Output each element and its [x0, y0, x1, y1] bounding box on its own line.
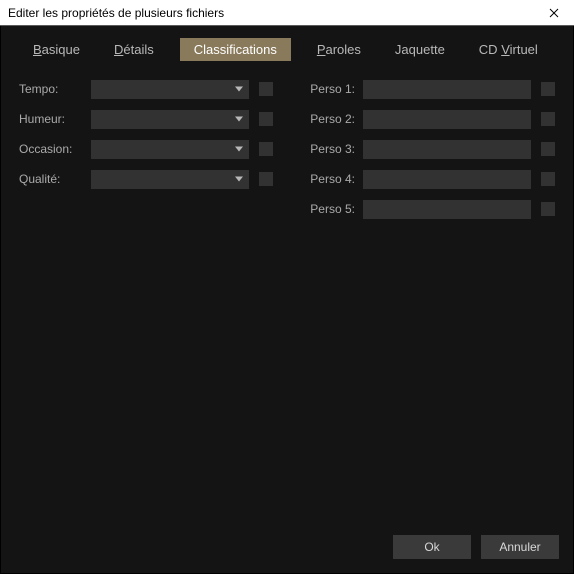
checkbox-perso2[interactable]: [541, 112, 555, 126]
close-icon: [549, 8, 559, 18]
tab-classifications[interactable]: Classifications: [180, 38, 291, 61]
row-qualite: Qualité:: [19, 169, 273, 189]
tab-cd-virtuel[interactable]: CD Virtuel: [471, 38, 546, 61]
dialog-content: Basique Détails Classifications Paroles …: [0, 26, 574, 574]
row-humeur: Humeur:: [19, 109, 273, 129]
cancel-label: Annuler: [499, 540, 540, 554]
row-occasion: Occasion:: [19, 139, 273, 159]
row-perso3: Perso 3:: [301, 139, 555, 159]
label-occasion: Occasion:: [19, 142, 91, 156]
select-occasion[interactable]: [91, 140, 249, 159]
checkbox-perso3[interactable]: [541, 142, 555, 156]
input-perso1[interactable]: [363, 80, 531, 99]
label-perso4: Perso 4:: [301, 172, 363, 186]
chevron-down-icon: [235, 147, 243, 152]
titlebar: Editer les propriétés de plusieurs fichi…: [0, 0, 574, 26]
left-column: Tempo: Humeur: Occasion: Qualité:: [19, 79, 273, 525]
row-perso5: Perso 5:: [301, 199, 555, 219]
checkbox-qualite[interactable]: [259, 172, 273, 186]
chevron-down-icon: [235, 87, 243, 92]
input-perso5[interactable]: [363, 200, 531, 219]
chevron-down-icon: [235, 117, 243, 122]
input-perso4[interactable]: [363, 170, 531, 189]
close-button[interactable]: [534, 0, 574, 26]
label-humeur: Humeur:: [19, 112, 91, 126]
footer: Ok Annuler: [1, 525, 573, 573]
row-tempo: Tempo:: [19, 79, 273, 99]
tab-jaquette[interactable]: Jaquette: [387, 38, 453, 61]
label-perso2: Perso 2:: [301, 112, 363, 126]
row-perso2: Perso 2:: [301, 109, 555, 129]
input-perso3[interactable]: [363, 140, 531, 159]
tab-bar: Basique Détails Classifications Paroles …: [1, 26, 573, 71]
ok-label: Ok: [424, 540, 439, 554]
label-qualite: Qualité:: [19, 172, 91, 186]
row-perso4: Perso 4:: [301, 169, 555, 189]
form-area: Tempo: Humeur: Occasion: Qualité:: [1, 71, 573, 525]
tab-details[interactable]: Détails: [106, 38, 162, 61]
right-column: Perso 1: Perso 2: Perso 3: Perso 4: Pers: [301, 79, 555, 525]
checkbox-perso4[interactable]: [541, 172, 555, 186]
label-tempo: Tempo:: [19, 82, 91, 96]
ok-button[interactable]: Ok: [393, 535, 471, 559]
tab-paroles[interactable]: Paroles: [309, 38, 369, 61]
tab-basique[interactable]: Basique: [25, 38, 88, 61]
window-title: Editer les propriétés de plusieurs fichi…: [8, 6, 534, 20]
checkbox-occasion[interactable]: [259, 142, 273, 156]
label-perso3: Perso 3:: [301, 142, 363, 156]
checkbox-humeur[interactable]: [259, 112, 273, 126]
label-perso1: Perso 1:: [301, 82, 363, 96]
label-perso5: Perso 5:: [301, 202, 363, 216]
select-humeur[interactable]: [91, 110, 249, 129]
checkbox-tempo[interactable]: [259, 82, 273, 96]
row-perso1: Perso 1:: [301, 79, 555, 99]
input-perso2[interactable]: [363, 110, 531, 129]
cancel-button[interactable]: Annuler: [481, 535, 559, 559]
select-qualite[interactable]: [91, 170, 249, 189]
checkbox-perso5[interactable]: [541, 202, 555, 216]
checkbox-perso1[interactable]: [541, 82, 555, 96]
chevron-down-icon: [235, 177, 243, 182]
select-tempo[interactable]: [91, 80, 249, 99]
